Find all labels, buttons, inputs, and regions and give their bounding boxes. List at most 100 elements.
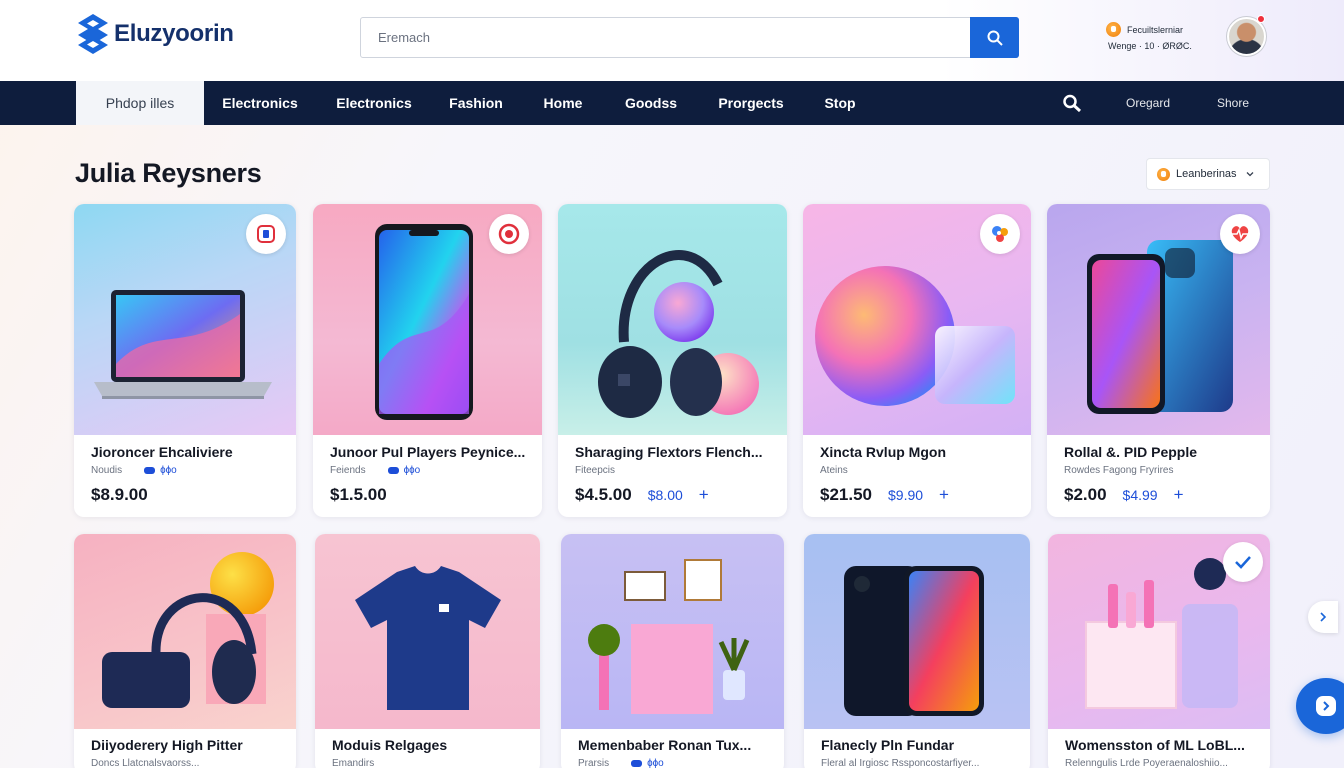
product-alt-price: $4.99 [1122,487,1158,503]
notification-dot [1257,15,1265,23]
headphones-image [102,552,274,708]
product-meta: Fleral al Irgiosc Rssponcostarfiyer... [821,758,979,768]
logo[interactable]: Eluzyoorin [76,14,234,54]
product-card[interactable]: Rollal &. PID Pepple Rowdes Fagong Fryri… [1047,204,1270,517]
product-tag: ɸɸo [144,465,177,476]
tag-label: ɸɸo [403,465,421,476]
product-image [315,534,540,729]
product-alt-price: $8.00 [647,487,683,503]
product-card[interactable]: Memenbaber Ronan Tux... Prarsis ɸɸo [561,534,784,768]
product-category: Ateins [820,465,848,476]
price-row: $21.50 $9.90 + [820,485,949,505]
page-title: Julia Reysners [75,158,262,188]
product-name[interactable]: Womensston of ML LoBL... [1065,737,1260,753]
price-row: $1.5.00 [330,485,387,505]
search-button[interactable] [970,17,1019,58]
product-meta: Noudis ɸɸo [91,465,177,476]
product-tag: ɸɸo [631,758,664,768]
product-card[interactable]: Moduis Relgages Emandirs [315,534,540,768]
product-card[interactable]: Womensston of ML LoBL... Relenngulis Lrd… [1048,534,1270,768]
product-image [558,204,787,435]
product-category: Doncs Llatcnalsvaorss... [91,758,200,768]
tshirt-image [355,566,501,710]
tag-icon [387,467,399,474]
main-nav: Phdop illes Electronics Electronics Fash… [0,81,1344,125]
nav-item-electronics-2[interactable]: Electronics [328,81,420,125]
product-card[interactable]: Jioroncer Ehcaliviere Noudis ɸɸo $8.9.00 [74,204,296,517]
product-name[interactable]: Junoor Pul Players Peynice... [330,444,530,460]
product-card[interactable]: Flanecly Pln Fundar Fleral al Irgiosc Rs… [804,534,1030,768]
colorful-badge-icon [992,226,1008,242]
tag-label: ɸɸo [160,465,177,476]
product-name[interactable]: Rollal &. PID Pepple [1064,444,1259,460]
product-category: Prarsis [578,758,610,768]
product-meta: Emandirs [332,758,374,768]
search-icon [987,30,1003,46]
scroll-right-button[interactable] [1308,601,1338,633]
nav-search-button[interactable] [1058,81,1088,125]
product-meta: Rowdes Fagong Fryrires [1064,465,1173,476]
coin-icon [1157,167,1170,181]
product-name[interactable]: Diiyoderery High Pitter [91,737,281,753]
magnifier-icon [1063,94,1082,112]
nav-item-electronics[interactable]: Electronics [214,81,306,125]
tag-label: ɸɸo [647,758,664,768]
tag-icon [144,467,156,474]
price-row: $8.9.00 [91,485,148,505]
selected-badge[interactable] [1223,542,1263,582]
nav-item-stop[interactable]: Stop [814,81,866,125]
sort-dropdown[interactable]: Leanberinas [1146,158,1270,190]
product-category: Relenngulis Lrde Poyeraenaloshiio... [1065,758,1228,768]
add-to-cart-button[interactable]: + [939,485,949,505]
product-name[interactable]: Sharaging Flextors Flench... [575,444,775,460]
product-price: $1.5.00 [330,485,387,504]
product-name[interactable]: Moduis Relgages [332,737,527,753]
product-name[interactable]: Memenbaber Ronan Tux... [578,737,773,753]
add-to-cart-button[interactable]: + [699,485,709,505]
add-to-cart-button[interactable]: + [1174,485,1184,505]
product-category: Feiends [330,465,366,476]
price-row: $4.5.00 $8.00 + [575,485,709,505]
account-info[interactable]: Fecuiltslerniar Wenge · 10 · ØRØC. [1106,22,1216,51]
product-alt-price: $9.90 [888,487,924,503]
search-input[interactable] [361,18,970,57]
headphones-image [598,250,759,418]
search-bar [360,17,1019,58]
chat-icon [1316,696,1336,716]
product-meta: Fiteepcis [575,465,615,476]
product-card[interactable]: Diiyoderery High Pitter Doncs Llatcnalsv… [74,534,296,768]
product-name[interactable]: Jioroncer Ehcaliviere [91,444,281,460]
product-name[interactable]: Flanecly Pln Fundar [821,737,1016,753]
nav-item-home[interactable]: Home [532,81,594,125]
nav-item-goods[interactable]: Goodss [614,81,688,125]
account-name: Fecuiltslerniar [1127,24,1184,35]
product-image [74,534,296,729]
logo-mark-icon [78,14,108,54]
nav-item-shore[interactable]: Shore [1206,81,1260,125]
product-card[interactable]: Junoor Pul Players Peynice... Feiends ɸɸ… [313,204,542,517]
brand-badge [980,214,1020,254]
product-category: Noudis [91,465,123,476]
checkmark-icon [1235,556,1251,569]
nav-item-oregard[interactable]: Oregard [1116,81,1180,125]
ig-badge-icon [257,225,275,243]
product-meta: Feiends ɸɸo [330,465,420,476]
nav-item-projects[interactable]: Prorgects [708,81,794,125]
nav-item-fashion[interactable]: Fashion [440,81,512,125]
product-meta: Ateins [820,465,848,476]
product-name[interactable]: Xincta Rvlup Mgon [820,444,1020,460]
header: Eluzyoorin Fecuiltslerniar Wenge · 10 · … [0,0,1344,81]
brand-badge [1220,214,1260,254]
price-row: $2.00 $4.99 + [1064,485,1184,505]
sort-label: Leanberinas [1176,168,1237,180]
product-image [804,534,1030,729]
chat-button[interactable] [1296,678,1344,734]
product-price: $8.9.00 [91,485,148,504]
nav-item-home-tab[interactable]: Phdop illes [76,81,204,125]
product-card[interactable]: Sharaging Flextors Flench... Fiteepcis $… [558,204,787,517]
product-category: Rowdes Fagong Fryrires [1064,465,1174,476]
chevron-right-icon [1320,612,1327,622]
product-card[interactable]: Xincta Rvlup Mgon Ateins $21.50 $9.90 + [803,204,1031,517]
account-meta: Wenge · 10 · ØRØC. [1108,41,1192,51]
brand-badge [246,214,286,254]
